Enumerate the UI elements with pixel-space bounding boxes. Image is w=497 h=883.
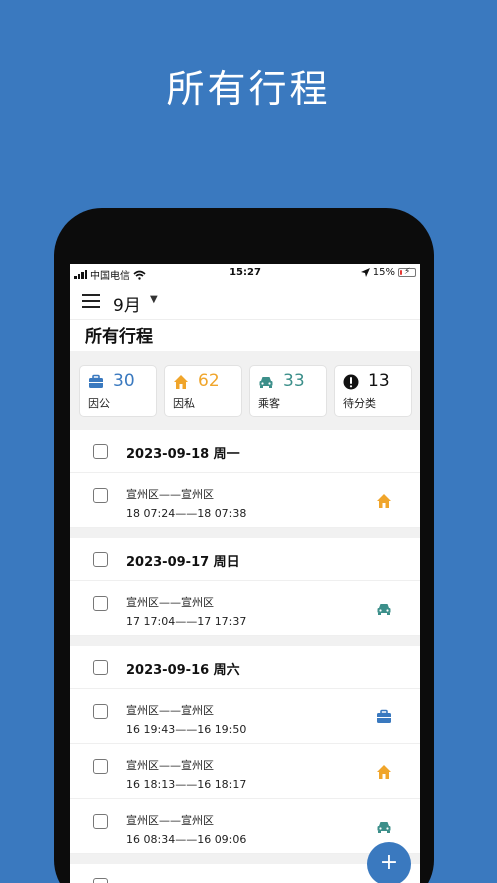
home-icon [174,375,188,389]
group-divider [70,636,420,646]
trip-route: 宣州区——宣州区 [126,488,214,501]
date-label: 2023-09-17 周日 [126,555,240,570]
summary-label: 因公 [88,397,110,410]
location-arrow-icon [360,268,370,277]
date-group-header: 2023-09-17 周日 [70,538,420,581]
trip-checkbox[interactable] [93,759,108,774]
date-checkbox[interactable] [93,878,108,883]
menu-icon[interactable] [82,294,100,308]
car-icon[interactable] [376,819,392,835]
summary-label: 因私 [173,397,195,410]
home-icon[interactable] [376,764,392,780]
month-selector[interactable]: 9月 [113,291,141,316]
trip-route: 宣州区——宣州区 [126,596,214,609]
date-checkbox[interactable] [93,660,108,675]
date-group-header: 2023-09-16 周六 [70,646,420,689]
page-title: 所有行程 [85,327,153,347]
summary-count: 33 [283,371,305,391]
car-icon[interactable] [376,601,392,617]
summary-count: 62 [198,371,220,391]
add-trip-button[interactable]: + [367,842,411,883]
summary-card-pending[interactable]: 13 待分类 [334,365,412,417]
summary-label: 待分类 [343,397,376,410]
promo-title: 所有行程 [166,67,331,111]
date-label: 2023-09-18 周一 [126,447,240,462]
trip-row[interactable]: 宣州区——宣州区 16 19:43——16 19:50 [70,689,420,744]
trip-route: 宣州区——宣州区 [126,704,214,717]
trip-row[interactable]: 宣州区——宣州区 17 17:04——17 17:37 [70,581,420,636]
trip-route: 宣州区——宣州区 [126,814,214,827]
date-checkbox[interactable] [93,552,108,567]
date-group-header: 2023-09-18 周一 [70,430,420,473]
trip-checkbox[interactable] [93,596,108,611]
trip-row[interactable]: 宣州区——宣州区 16 08:34——16 09:06 [70,799,420,854]
trip-time: 16 18:13——16 18:17 [126,778,247,791]
trip-time: 17 17:04——17 17:37 [126,615,247,628]
status-bar: 中国电信 15:27 15% ⚡ [70,264,420,282]
summary-card-passenger[interactable]: 33 乘客 [249,365,327,417]
trip-row[interactable]: 宣州区——宣州区 16 18:13——16 18:17 [70,744,420,799]
summary-label: 乘客 [258,397,280,410]
trip-row[interactable]: 宣州区——宣州区 18 07:24——18 07:38 [70,473,420,528]
trip-time: 18 07:24——18 07:38 [126,507,247,520]
battery-icon: ⚡ [398,267,416,277]
summary-panel: 30 因公 62 因私 33 乘客 13 待分类 [70,351,420,430]
trip-checkbox[interactable] [93,488,108,503]
summary-card-personal[interactable]: 62 因私 [164,365,242,417]
summary-count: 30 [113,371,135,391]
briefcase-icon[interactable] [376,709,392,725]
app-bar: 9月 ▼ [70,282,420,320]
summary-count: 13 [368,371,390,391]
home-icon[interactable] [376,493,392,509]
car-icon [259,377,273,388]
date-checkbox[interactable] [93,444,108,459]
chevron-down-icon[interactable]: ▼ [150,294,158,305]
exclamation-icon [343,374,359,390]
trip-time: 16 19:43——16 19:50 [126,723,247,736]
summary-card-business[interactable]: 30 因公 [79,365,157,417]
app-screen: 中国电信 15:27 15% ⚡ 9月 ▼ 所有行程 30 因公 62 因私 3… [70,264,420,883]
battery-percent: 15% [372,267,395,278]
trip-checkbox[interactable] [93,814,108,829]
trip-time: 16 08:34——16 09:06 [126,833,247,846]
trip-route: 宣州区——宣州区 [126,759,214,772]
briefcase-icon [89,374,103,388]
date-label: 2023-09-16 周六 [126,663,240,678]
trip-list: 2023-09-18 周一 宣州区——宣州区 18 07:24——18 07:3… [70,430,420,883]
trip-checkbox[interactable] [93,704,108,719]
group-divider [70,528,420,538]
